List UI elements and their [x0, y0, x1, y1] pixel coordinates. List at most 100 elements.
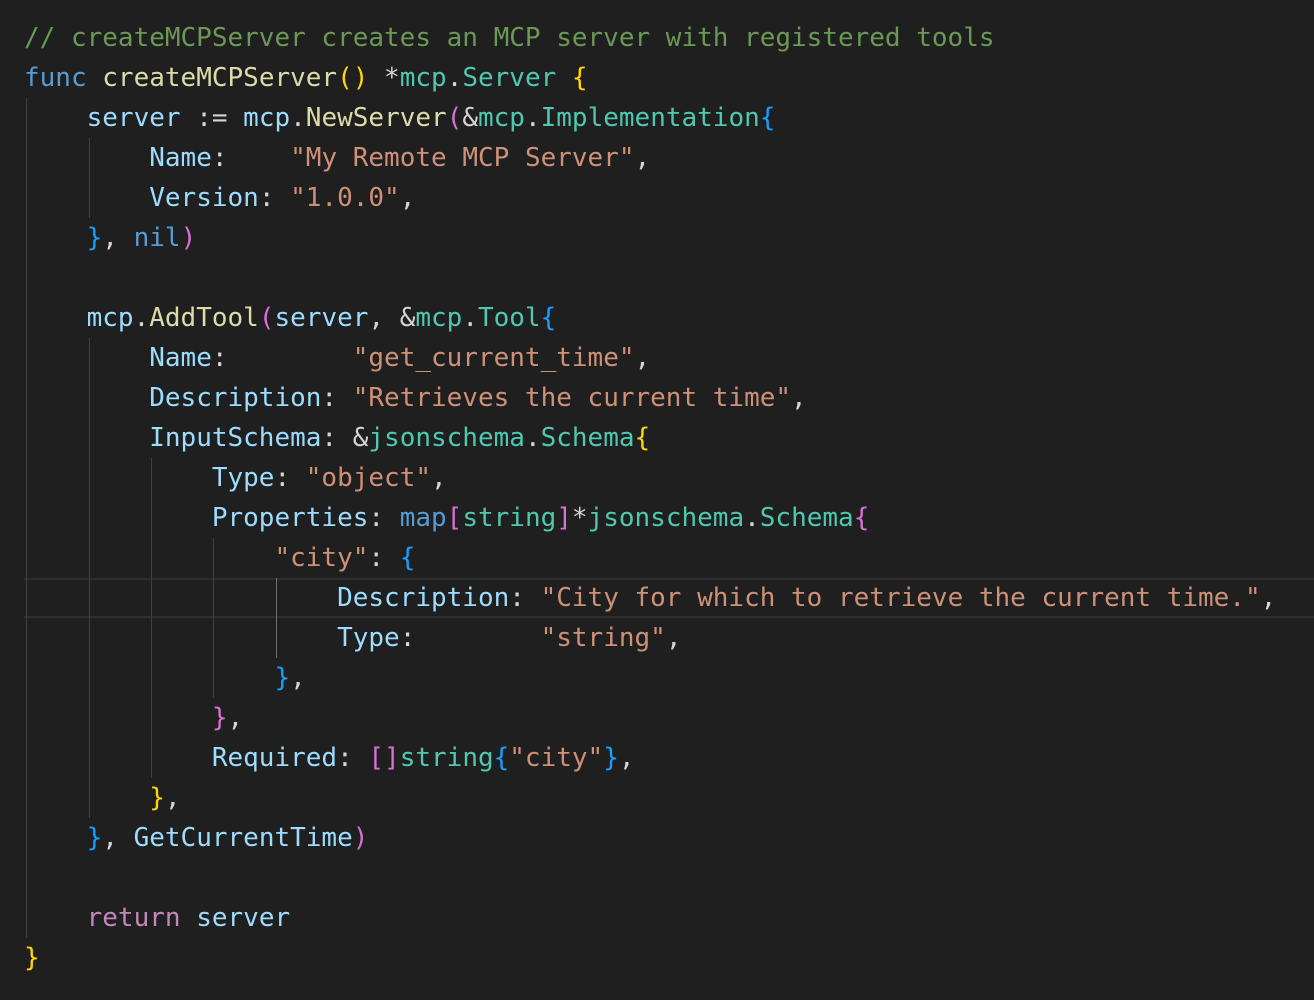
code-token: [] [368, 743, 400, 773]
code-token: : [258, 183, 291, 213]
code-line[interactable]: Name: "My Remote MCP Server", [24, 138, 1276, 178]
code-token: : [274, 463, 306, 493]
code-editor[interactable]: // createMCPServer creates an MCP server… [0, 0, 1314, 1000]
code-token: // createMCPServer creates an MCP server… [24, 23, 995, 53]
code-line[interactable]: }, GetCurrentTime) [24, 818, 1276, 858]
code-line[interactable]: // createMCPServer creates an MCP server… [24, 18, 1276, 58]
code-token: ) [180, 223, 197, 253]
code-line[interactable]: }, [24, 658, 1276, 698]
code-token: { [493, 743, 510, 773]
code-token: () [337, 63, 369, 93]
code-line[interactable]: Version: "1.0.0", [24, 178, 1276, 218]
code-token: } [149, 783, 165, 813]
code-line[interactable]: }, nil) [24, 218, 1276, 258]
code-token: createMCPServer [102, 63, 338, 93]
code-line[interactable]: return server [24, 898, 1276, 938]
code-token: Implementation [540, 103, 760, 133]
code-token: : [368, 503, 400, 533]
code-token: , [102, 823, 134, 853]
code-token: , [665, 623, 682, 653]
code-token: } [603, 743, 619, 773]
code-line[interactable]: Required: []string{"city"}, [24, 738, 1276, 778]
code-token: mcp [415, 303, 463, 333]
code-line-current[interactable]: Description: "City for which to retrieve… [24, 578, 1276, 618]
code-token: InputSchema [149, 423, 322, 453]
code-line[interactable]: InputSchema: &jsonschema.Schema{ [24, 418, 1276, 458]
code-token: Type [211, 463, 275, 493]
code-line[interactable]: } [24, 938, 1276, 978]
code-token: Name [149, 143, 212, 173]
code-token: . [524, 103, 541, 133]
code-token: , [634, 143, 651, 173]
code-line[interactable] [24, 258, 1276, 298]
code-token: := [180, 103, 244, 133]
code-token: "My Remote MCP Server" [290, 143, 635, 173]
code-token: } [274, 663, 291, 693]
code-line[interactable]: Type: "string", [24, 618, 1276, 658]
code-token: * [571, 503, 588, 533]
code-token: AddTool [149, 303, 259, 333]
code-line[interactable]: Description: "Retrieves the current time… [24, 378, 1276, 418]
code-line[interactable]: Type: "object", [24, 458, 1276, 498]
code-token: : [337, 743, 369, 773]
code-line[interactable]: Properties: map[string]*jsonschema.Schem… [24, 498, 1276, 538]
code-token: func [24, 63, 87, 93]
code-token: , [290, 663, 306, 693]
code-token: { [540, 303, 557, 333]
code-token: NewServer [305, 103, 447, 133]
code-token: string [462, 503, 557, 533]
code-token: , [102, 223, 134, 253]
code-token: nil [133, 223, 181, 253]
code-token: . [744, 503, 760, 533]
code-token: Description [337, 583, 510, 613]
code-token: { [634, 423, 651, 453]
code-token: : [368, 543, 400, 573]
code-token: } [86, 823, 103, 853]
code-line[interactable]: server := mcp.NewServer(&mcp.Implementat… [24, 98, 1276, 138]
code-token: ( [446, 103, 463, 133]
code-line[interactable] [24, 858, 1276, 898]
code-token: mcp [478, 103, 525, 133]
code-token: Name [149, 343, 212, 373]
code-token: , [618, 743, 635, 773]
code-token: "1.0.0" [290, 183, 400, 213]
code-token: . [446, 63, 463, 93]
code-token: string [399, 743, 494, 773]
code-token: } [86, 223, 103, 253]
code-token: : [321, 383, 353, 413]
code-token: ( [258, 303, 275, 333]
code-line[interactable]: "city": { [24, 538, 1276, 578]
code-token: Tool [478, 303, 541, 333]
code-token: Schema [759, 503, 854, 533]
code-token: server [196, 903, 291, 933]
code-line[interactable]: func createMCPServer() *mcp.Server { [24, 58, 1276, 98]
code-line[interactable]: Name: "get_current_time", [24, 338, 1276, 378]
code-line[interactable]: }, [24, 778, 1276, 818]
code-text-area[interactable]: // createMCPServer creates an MCP server… [24, 18, 1276, 978]
code-token: Required [211, 743, 338, 773]
code-token: mcp [86, 303, 134, 333]
code-token: : [211, 343, 353, 373]
code-token: Server [462, 63, 557, 93]
code-token: "string" [540, 623, 666, 653]
code-token: , [1260, 583, 1277, 613]
code-token: "get_current_time" [352, 343, 635, 373]
code-line[interactable]: mcp.AddTool(server, &mcp.Tool{ [24, 298, 1276, 338]
code-token: : [399, 623, 541, 653]
code-line[interactable]: }, [24, 698, 1276, 738]
